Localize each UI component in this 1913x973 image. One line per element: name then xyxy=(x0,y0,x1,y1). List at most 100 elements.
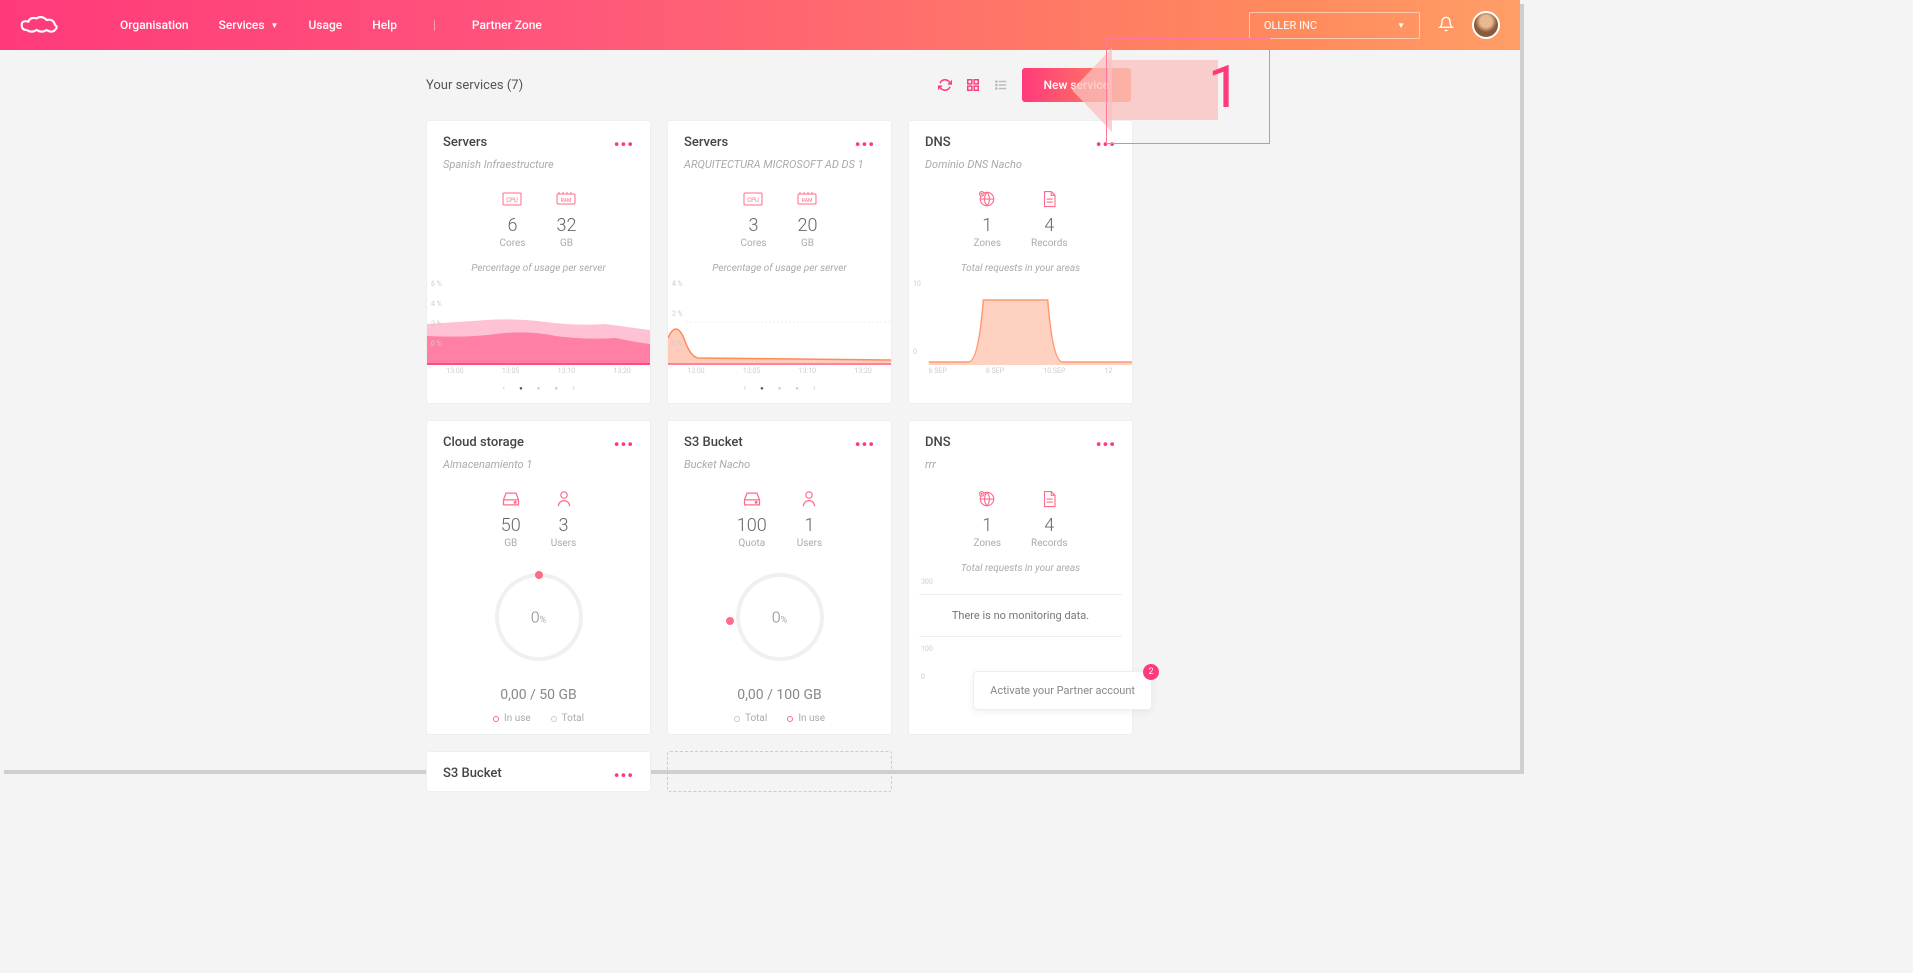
chevron-right-icon[interactable]: › xyxy=(813,383,816,393)
stat-label: Users xyxy=(551,538,577,549)
add-service-placeholder[interactable] xyxy=(667,751,892,792)
card-footer-text: Percentage of usage per server xyxy=(668,263,891,274)
no-data-message: There is no monitoring data. xyxy=(919,594,1122,637)
card-title: S3 Bucket xyxy=(443,766,502,785)
annotation-callout-1: 1 xyxy=(1108,40,1268,142)
stat-label: Records xyxy=(1031,538,1068,549)
stat-label: Cores xyxy=(500,238,526,249)
stat-value: 6 xyxy=(500,215,526,236)
org-selector[interactable]: OLLER INC ▼ xyxy=(1249,12,1420,39)
service-card-s3-bucket[interactable]: S3 Bucket ••• Bucket Nacho 100 Quota 1 User… xyxy=(667,420,892,735)
usage-text: 0,00 / 50 GB xyxy=(427,687,650,703)
card-pager: ‹●●●› xyxy=(427,383,650,393)
cpu-icon: CPU xyxy=(500,189,526,209)
dots-icon[interactable]: ••• xyxy=(855,435,875,454)
nav-help[interactable]: Help xyxy=(372,18,397,32)
chevron-down-icon: ▼ xyxy=(271,21,279,30)
chevron-left-icon[interactable]: ‹ xyxy=(743,383,746,393)
legend: In use Total xyxy=(427,713,650,724)
chevron-down-icon: ▼ xyxy=(1397,21,1405,30)
nav-organisation[interactable]: Organisation xyxy=(120,18,189,32)
svg-text:CPU: CPU xyxy=(748,197,760,204)
card-subtitle: Bucket Nacho xyxy=(668,458,891,481)
card-subtitle: Almacenamiento 1 xyxy=(427,458,650,481)
card-footer-text: Total requests in your areas xyxy=(909,263,1132,274)
nav-services[interactable]: Services▼ xyxy=(219,18,279,32)
card-footer-text: Percentage of usage per server xyxy=(427,263,650,274)
stat-label: GB xyxy=(555,238,577,249)
stat-label: Quota xyxy=(737,538,767,549)
dots-icon[interactable]: ••• xyxy=(614,135,634,154)
card-title: DNS xyxy=(925,135,951,154)
card-subtitle: Spanish Infraestructure xyxy=(427,158,650,181)
usage-chart: 100 xyxy=(909,280,1132,365)
card-title: DNS xyxy=(925,435,951,454)
usage-chart: 6 %4 %2 %0 % xyxy=(427,280,650,365)
nav-partner-zone[interactable]: Partner Zone xyxy=(472,18,542,32)
legend: Total In use xyxy=(668,713,891,724)
stat-label: GB xyxy=(501,538,521,549)
chevron-right-icon[interactable]: › xyxy=(572,383,575,393)
stat-value: 1 xyxy=(797,515,823,536)
card-pager: ‹●●●› xyxy=(668,383,891,393)
nav-usage[interactable]: Usage xyxy=(308,18,342,32)
chevron-left-icon[interactable]: ‹ xyxy=(502,383,505,393)
stat-label: Users xyxy=(797,538,823,549)
stat-value: 1 xyxy=(973,515,1001,536)
gauge: 0% xyxy=(668,567,891,667)
notification-badge: 2 xyxy=(1143,664,1159,680)
stat-label: Records xyxy=(1031,238,1068,249)
stat-value: 4 xyxy=(1031,215,1068,236)
service-card-s3-bucket-2[interactable]: S3 Bucket ••• xyxy=(426,751,651,792)
stat-value: 50 xyxy=(501,515,521,536)
stat-label: Cores xyxy=(741,238,767,249)
logo[interactable] xyxy=(20,10,60,40)
disk-icon xyxy=(737,489,767,509)
dots-icon[interactable]: ••• xyxy=(855,135,875,154)
chart-x-axis: 6 SEP8 SEP10 SEP12 xyxy=(909,367,1132,375)
svg-text:RAM: RAM xyxy=(561,198,572,204)
stat-label: Zones xyxy=(973,238,1001,249)
globe-icon xyxy=(973,189,1001,209)
dots-icon[interactable]: ••• xyxy=(614,766,634,785)
card-title: S3 Bucket xyxy=(684,435,743,454)
card-title: Servers xyxy=(684,135,728,154)
user-icon xyxy=(551,489,577,509)
globe-icon xyxy=(973,489,1001,509)
header: Organisation Services▼ Usage Help | Part… xyxy=(0,0,1520,50)
stat-value: 1 xyxy=(973,215,1001,236)
card-subtitle: rrr xyxy=(909,458,1132,481)
stat-value: 4 xyxy=(1031,515,1068,536)
grid-view-icon[interactable] xyxy=(966,78,980,92)
refresh-icon[interactable] xyxy=(938,78,952,92)
user-icon xyxy=(797,489,823,509)
chart-x-axis: 13:0013:0513:1013:20 xyxy=(427,367,650,375)
stat-label: GB xyxy=(796,238,818,249)
usage-chart: 4 %2 %0 % xyxy=(668,280,891,365)
card-title: Cloud storage xyxy=(443,435,524,454)
svg-text:CPU: CPU xyxy=(507,197,519,204)
service-card-dns-1[interactable]: DNS••• Dominio DNS Nacho 1Zones 4Records… xyxy=(908,120,1133,404)
cpu-icon: CPU xyxy=(741,189,767,209)
usage-text: 0,00 / 100 GB xyxy=(668,687,891,703)
activate-partner-toast[interactable]: Activate your Partner account 2 xyxy=(973,671,1152,710)
disk-icon xyxy=(501,489,521,509)
ram-icon: RAM xyxy=(796,189,818,209)
bell-icon[interactable] xyxy=(1438,16,1454,35)
stat-value: 32 xyxy=(555,215,577,236)
nav-separator: | xyxy=(433,18,436,32)
service-card-servers-2[interactable]: Servers ••• ARQUITECTURA MICROSOFT AD DS … xyxy=(667,120,892,404)
card-subtitle: ARQUITECTURA MICROSOFT AD DS 1 xyxy=(668,158,891,181)
stat-value: 3 xyxy=(551,515,577,536)
dots-icon[interactable]: ••• xyxy=(1096,435,1116,454)
dots-icon[interactable]: ••• xyxy=(614,435,634,454)
list-view-icon[interactable] xyxy=(994,78,1008,92)
stat-value: 100 xyxy=(737,515,767,536)
service-card-cloud-storage[interactable]: Cloud storage ••• Almacenamiento 1 50 GB 3… xyxy=(426,420,651,735)
ram-icon: RAM xyxy=(555,189,577,209)
chart-x-axis: 13:0013:0513:1013:20 xyxy=(668,367,891,375)
page-title: Your services (7) xyxy=(426,78,523,93)
service-card-servers-1[interactable]: Servers••• Spanish Infraestructure CPU6C… xyxy=(426,120,651,404)
document-icon xyxy=(1031,189,1068,209)
avatar[interactable] xyxy=(1472,11,1500,39)
